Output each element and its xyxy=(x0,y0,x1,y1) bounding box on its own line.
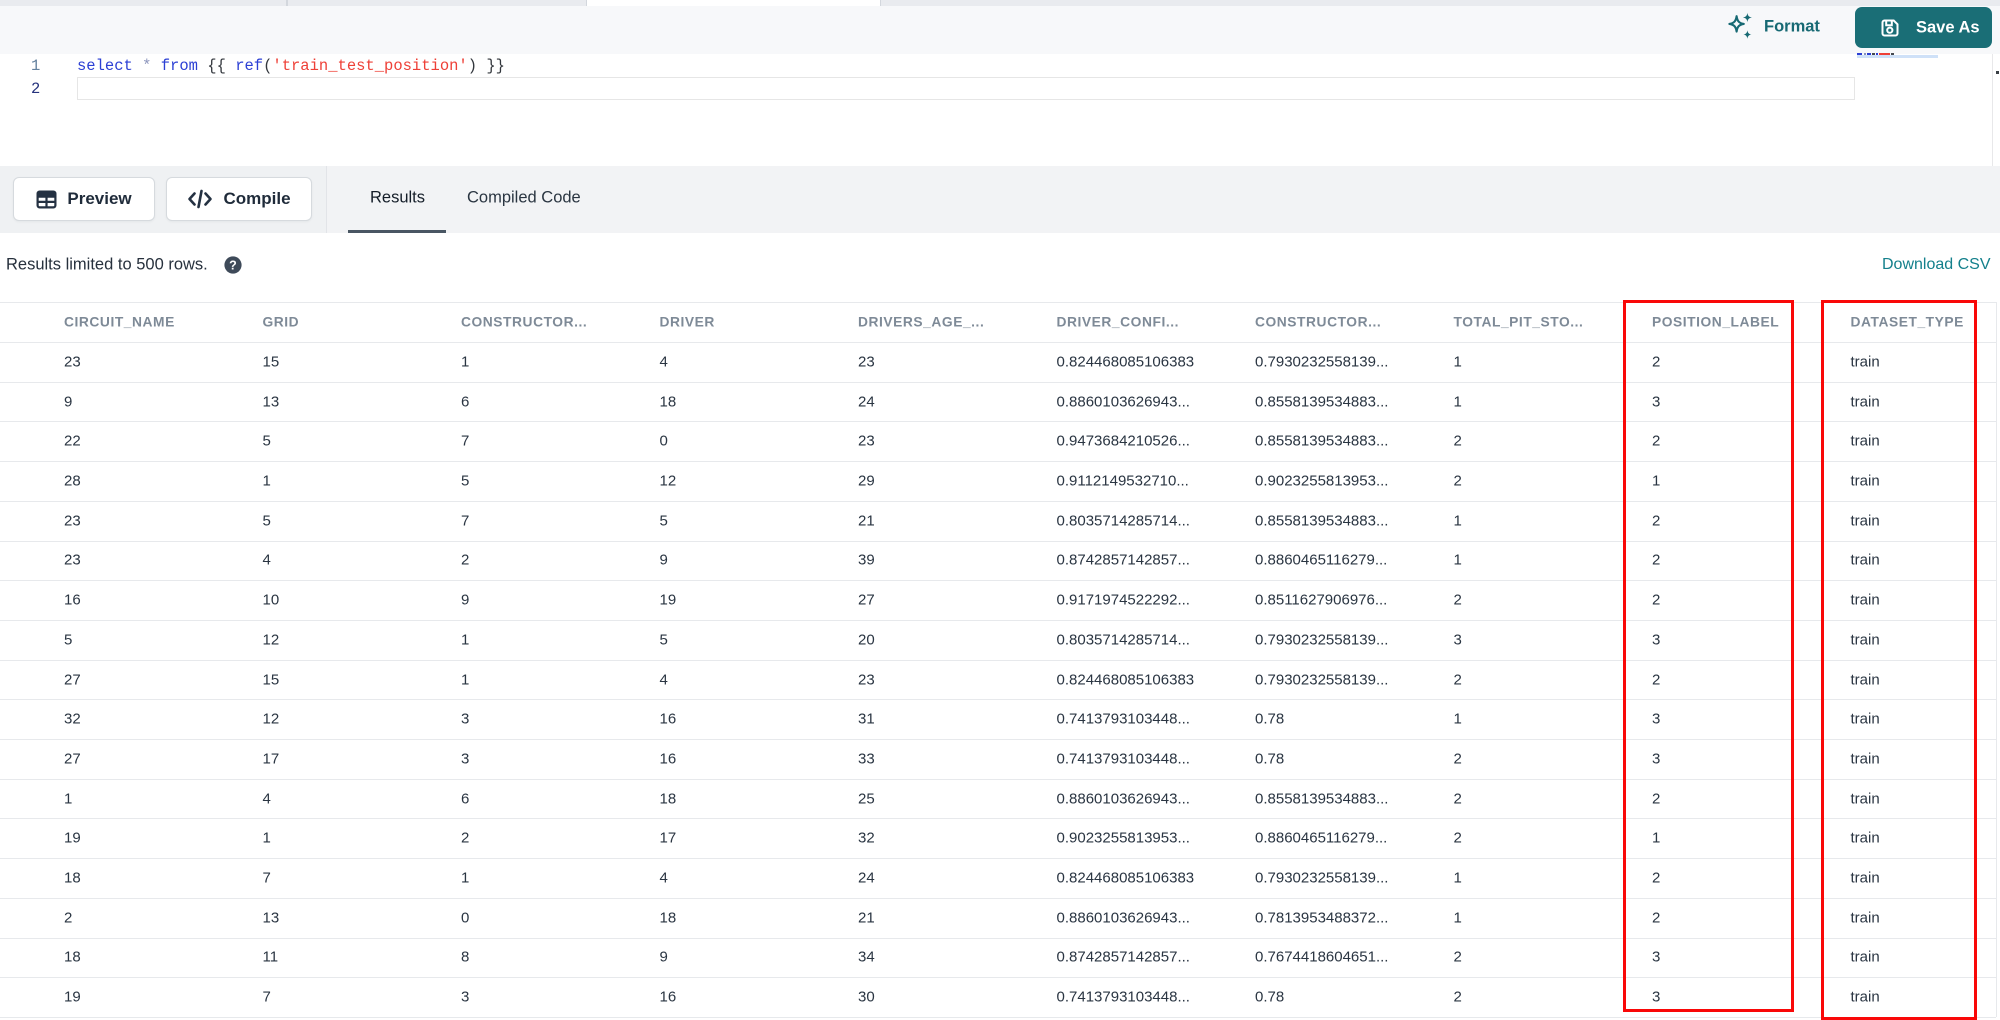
svg-text:?: ? xyxy=(229,258,237,272)
